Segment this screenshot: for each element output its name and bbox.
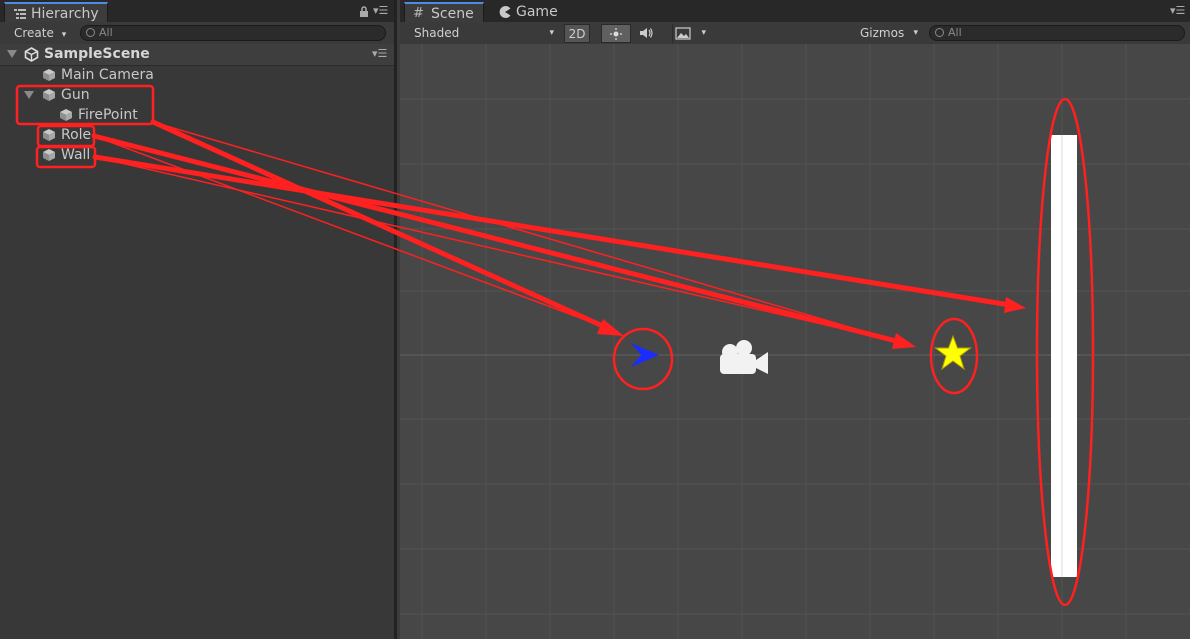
gameobject-cube-icon	[60, 109, 72, 121]
panel-menu-icon[interactable]: ▾☰	[373, 4, 388, 17]
grid-icon: #	[413, 6, 424, 21]
light-bulb-icon	[610, 28, 622, 40]
pacman-icon	[499, 6, 511, 18]
camera-gizmo-icon[interactable]	[716, 338, 772, 376]
hierarchy-item-label: Main Camera	[61, 67, 154, 83]
wall-sprite[interactable]	[1051, 135, 1077, 577]
mode-2d-toggle[interactable]: 2D	[564, 24, 590, 43]
tab-game[interactable]: Game	[490, 2, 562, 22]
gameobject-cube-icon	[43, 149, 55, 161]
expand-triangle-icon[interactable]	[24, 91, 34, 99]
panel-menu-icon[interactable]: ▾☰	[1170, 4, 1185, 17]
scene-tabbar: # Scene Game ▾☰	[400, 0, 1190, 22]
chevron-down-icon: ▾	[913, 28, 918, 38]
scene-viewport[interactable]	[400, 44, 1190, 639]
gizmos-dropdown[interactable]: Gizmos ▾	[860, 24, 918, 43]
mode-2d-label: 2D	[568, 27, 586, 41]
lighting-toggle[interactable]	[601, 24, 631, 43]
shading-mode-dropdown[interactable]: Shaded ▾	[414, 24, 554, 43]
hierarchy-item-main-camera[interactable]: Main Camera	[0, 65, 394, 85]
expand-triangle-icon[interactable]	[7, 50, 17, 58]
tab-game-label: Game	[516, 4, 558, 20]
effects-dropdown[interactable]: ▾	[672, 24, 712, 43]
hierarchy-item-firepoint[interactable]: FirePoint	[0, 105, 394, 125]
chevron-down-icon: ▾	[61, 30, 67, 40]
hierarchy-search-placeholder: All	[99, 26, 113, 39]
gameobject-cube-icon	[43, 69, 55, 81]
search-icon	[86, 28, 95, 37]
gizmos-label: Gizmos	[860, 26, 905, 40]
hierarchy-item-gun[interactable]: Gun	[0, 85, 394, 105]
hierarchy-icon	[14, 9, 26, 19]
hierarchy-search-input[interactable]: All	[80, 25, 386, 41]
scene-name-label: SampleScene	[44, 46, 150, 62]
hierarchy-item-role[interactable]: Role	[0, 125, 394, 145]
scene-menu-icon[interactable]: ▾☰	[372, 47, 387, 60]
scene-search-input[interactable]: All	[929, 25, 1185, 41]
chevron-down-icon: ▾	[701, 28, 706, 38]
audio-toggle[interactable]	[638, 24, 660, 43]
hierarchy-tabbar: Hierarchy ▾☰	[0, 0, 394, 22]
create-button[interactable]: Create ▾	[14, 25, 66, 41]
shading-mode-label: Shaded	[414, 26, 460, 40]
scene-panel: # Scene Game ▾☰ Shaded ▾ 2D ▾ Gizmos ▾ A…	[400, 0, 1190, 639]
speaker-icon	[640, 28, 653, 38]
create-button-label: Create	[14, 26, 54, 40]
hierarchy-item-label: Role	[61, 127, 92, 143]
gameobject-cube-icon	[43, 129, 55, 141]
scene-search-placeholder: All	[948, 26, 962, 39]
hierarchy-item-wall[interactable]: Wall	[0, 145, 394, 165]
search-icon	[935, 28, 944, 37]
role-arrow-sprite[interactable]	[629, 341, 661, 369]
gameobject-cube-icon	[43, 89, 55, 101]
unity-editor: Hierarchy ▾☰ Create ▾ All SampleScene ▾☰…	[0, 0, 1190, 639]
lock-icon[interactable]	[358, 6, 370, 18]
hierarchy-item-label: Gun	[61, 87, 90, 103]
hierarchy-item-label: Wall	[61, 147, 91, 163]
scene-root-row[interactable]: SampleScene ▾☰	[0, 44, 394, 66]
tab-scene[interactable]: # Scene	[404, 2, 484, 22]
chevron-down-icon: ▾	[549, 28, 554, 38]
star-sprite[interactable]	[934, 335, 972, 371]
unity-logo-icon	[24, 47, 39, 62]
tab-hierarchy-label: Hierarchy	[31, 6, 99, 22]
tab-hierarchy[interactable]: Hierarchy	[4, 2, 108, 22]
image-effects-icon	[675, 27, 691, 40]
tab-scene-label: Scene	[431, 6, 474, 22]
hierarchy-panel: Hierarchy ▾☰ Create ▾ All SampleScene ▾☰…	[0, 0, 397, 639]
hierarchy-toolbar: Create ▾ All	[0, 22, 394, 45]
hierarchy-item-label: FirePoint	[78, 107, 138, 123]
